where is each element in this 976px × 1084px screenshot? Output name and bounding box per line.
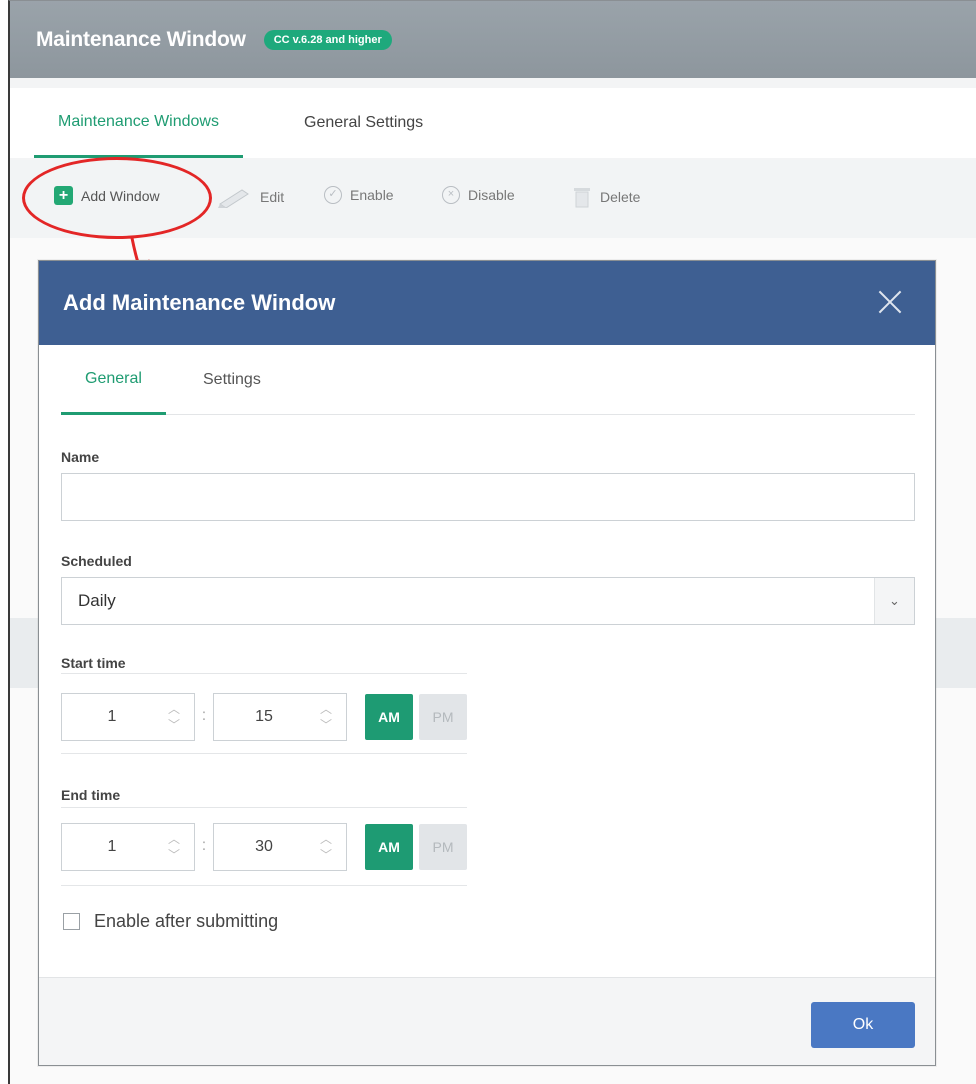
scheduled-label: Scheduled xyxy=(61,553,132,569)
chevron-up-icon[interactable]: ︿ xyxy=(314,831,338,847)
edit-label: Edit xyxy=(260,189,285,205)
page-title: Maintenance Window xyxy=(36,27,246,51)
disable-button[interactable]: × Disable xyxy=(442,186,515,204)
tab-maintenance-windows[interactable]: Maintenance Windows xyxy=(34,88,243,158)
edit-button[interactable]: Edit xyxy=(216,186,284,208)
add-maintenance-window-dialog: Add Maintenance Window General Settings … xyxy=(38,260,936,1066)
scheduled-value: Daily xyxy=(78,591,116,610)
end-hour-value: 1 xyxy=(107,838,117,855)
name-label: Name xyxy=(61,449,100,465)
ok-button[interactable]: Ok xyxy=(811,1002,915,1048)
start-time-label: Start time xyxy=(61,655,126,671)
start-pm-button[interactable]: PM xyxy=(419,694,467,740)
chevron-up-icon[interactable]: ︿ xyxy=(162,831,186,847)
tab-settings[interactable]: Settings xyxy=(203,345,261,415)
delete-button[interactable]: Delete xyxy=(572,186,640,208)
scheduled-select[interactable]: Daily ⌄ xyxy=(61,577,915,625)
end-hour-stepper[interactable]: 1 ︿ ﹀ xyxy=(61,823,195,871)
dialog-tabs: General Settings xyxy=(61,345,915,415)
enable-label: Enable xyxy=(350,187,394,203)
end-time-label: End time xyxy=(61,787,121,803)
chevron-up-icon[interactable]: ︿ xyxy=(162,701,186,717)
app-header: Maintenance Window CC v.6.28 and higher xyxy=(10,1,976,78)
start-minute-value: 15 xyxy=(255,708,273,725)
divider xyxy=(61,885,467,886)
start-am-button[interactable]: AM xyxy=(365,694,413,740)
trash-icon xyxy=(574,188,590,208)
enable-after-submitting-checkbox[interactable] xyxy=(63,913,80,930)
disable-label: Disable xyxy=(468,187,515,203)
x-circle-icon: × xyxy=(442,186,460,204)
chevron-down-icon: ⌄ xyxy=(874,578,914,624)
divider xyxy=(61,753,467,754)
tab-label: General Settings xyxy=(304,114,424,131)
tab-general[interactable]: General xyxy=(61,345,166,415)
tab-label: Settings xyxy=(203,371,261,388)
dialog-header: Add Maintenance Window xyxy=(39,261,935,345)
time-separator: : xyxy=(201,707,207,724)
check-circle-icon: ✓ xyxy=(324,186,342,204)
chevron-down-icon[interactable]: ﹀ xyxy=(314,847,338,863)
time-separator: : xyxy=(201,837,207,854)
tab-label: Maintenance Windows xyxy=(58,112,219,130)
delete-label: Delete xyxy=(600,189,641,205)
pencil-icon xyxy=(218,189,249,208)
tab-label: General xyxy=(85,369,142,387)
divider xyxy=(61,673,467,674)
dialog-footer: Ok xyxy=(39,977,935,1065)
main-tabs: Maintenance Windows General Settings xyxy=(10,88,976,158)
enable-after-submitting-row[interactable]: Enable after submitting xyxy=(63,911,278,932)
dialog-title: Add Maintenance Window xyxy=(63,290,336,315)
chevron-down-icon[interactable]: ﹀ xyxy=(314,717,338,733)
end-minute-value: 30 xyxy=(255,838,273,855)
end-pm-button[interactable]: PM xyxy=(419,824,467,870)
start-hour-stepper[interactable]: 1 ︿ ﹀ xyxy=(61,693,195,741)
chevron-down-icon[interactable]: ﹀ xyxy=(162,717,186,733)
close-icon[interactable] xyxy=(873,285,907,319)
enable-button[interactable]: ✓ Enable xyxy=(324,186,394,204)
divider xyxy=(61,807,467,808)
version-badge: CC v.6.28 and higher xyxy=(263,29,392,50)
chevron-down-icon[interactable]: ﹀ xyxy=(162,847,186,863)
chevron-up-icon[interactable]: ︿ xyxy=(314,701,338,717)
start-minute-stepper[interactable]: 15 ︿ ﹀ xyxy=(213,693,347,741)
start-hour-value: 1 xyxy=(107,708,117,725)
name-field[interactable] xyxy=(61,473,915,521)
enable-after-submitting-label: Enable after submitting xyxy=(94,911,279,931)
tab-general-settings[interactable]: General Settings xyxy=(304,88,423,158)
end-minute-stepper[interactable]: 30 ︿ ﹀ xyxy=(213,823,347,871)
end-am-button[interactable]: AM xyxy=(365,824,413,870)
annotation-oval xyxy=(22,157,212,239)
